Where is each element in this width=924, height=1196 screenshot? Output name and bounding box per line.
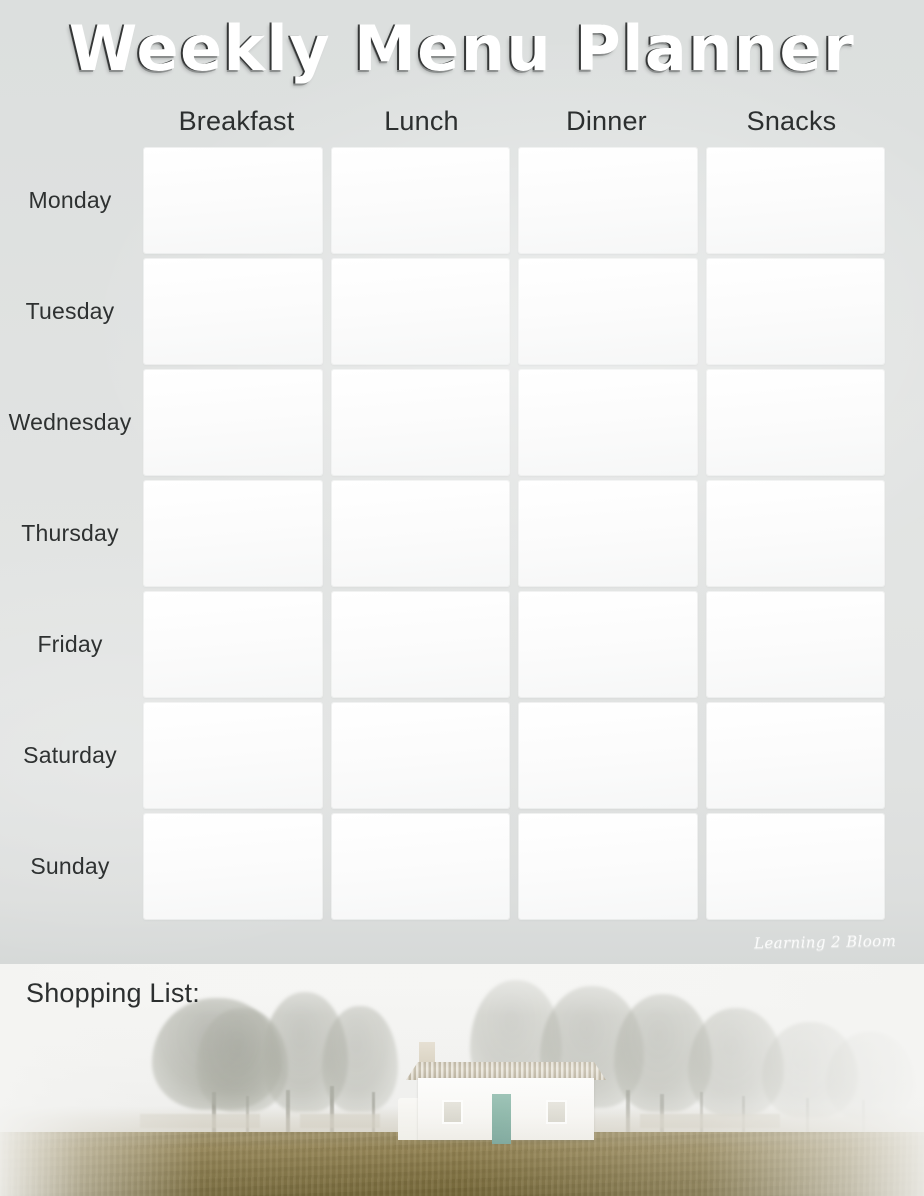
row-cells bbox=[144, 148, 924, 253]
cell-wednesday-lunch[interactable] bbox=[331, 370, 509, 475]
brand-watermark: Learning 2 Bloom bbox=[753, 931, 897, 953]
cell-friday-lunch[interactable] bbox=[331, 592, 509, 697]
planner-row-sunday: Sunday bbox=[0, 814, 924, 919]
planner-row-wednesday: Wednesday bbox=[0, 370, 924, 475]
cell-saturday-breakfast[interactable] bbox=[144, 703, 322, 808]
cell-monday-lunch[interactable] bbox=[331, 148, 509, 253]
house-window-right bbox=[548, 1102, 565, 1122]
cell-friday-dinner[interactable] bbox=[519, 592, 697, 697]
cell-thursday-lunch[interactable] bbox=[331, 481, 509, 586]
cell-tuesday-lunch[interactable] bbox=[331, 259, 509, 364]
row-cells bbox=[144, 703, 924, 808]
cell-wednesday-dinner[interactable] bbox=[519, 370, 697, 475]
cell-sunday-lunch[interactable] bbox=[331, 814, 509, 919]
cell-sunday-breakfast[interactable] bbox=[144, 814, 322, 919]
column-header-breakfast: Breakfast bbox=[178, 106, 295, 136]
field-grass-texture bbox=[0, 1132, 924, 1196]
house-door bbox=[492, 1094, 511, 1144]
shopping-list-heading: Shopping List: bbox=[26, 978, 200, 1008]
meal-column-headers: Breakfast Lunch Dinner Snacks bbox=[144, 106, 884, 137]
column-header-snacks: Snacks bbox=[746, 106, 837, 136]
cell-friday-breakfast[interactable] bbox=[144, 592, 322, 697]
house-window-left bbox=[444, 1102, 461, 1122]
day-label-sunday: Sunday bbox=[30, 853, 110, 879]
cell-monday-dinner[interactable] bbox=[519, 148, 697, 253]
row-cells bbox=[144, 481, 924, 586]
cell-monday-breakfast[interactable] bbox=[144, 148, 322, 253]
cell-tuesday-breakfast[interactable] bbox=[144, 259, 322, 364]
cell-thursday-snacks[interactable] bbox=[706, 481, 884, 586]
planner-row-thursday: Thursday bbox=[0, 481, 924, 586]
row-cells bbox=[144, 814, 924, 919]
weekly-menu-planner-page: Weekly Menu Planner Breakfast Lunch Dinn… bbox=[0, 0, 924, 1196]
day-label-saturday: Saturday bbox=[23, 742, 117, 768]
planner-row-friday: Friday bbox=[0, 592, 924, 697]
cell-friday-snacks[interactable] bbox=[706, 592, 884, 697]
cell-saturday-dinner[interactable] bbox=[519, 703, 697, 808]
column-header-lunch: Lunch bbox=[384, 106, 459, 136]
cell-sunday-snacks[interactable] bbox=[706, 814, 884, 919]
planner-row-tuesday: Tuesday bbox=[0, 259, 924, 364]
cell-tuesday-dinner[interactable] bbox=[519, 259, 697, 364]
cell-wednesday-snacks[interactable] bbox=[706, 370, 884, 475]
row-cells bbox=[144, 259, 924, 364]
planner-grid: Monday Tuesday Wednesday Thursday Friday… bbox=[0, 148, 924, 919]
cell-sunday-dinner[interactable] bbox=[519, 814, 697, 919]
cell-saturday-lunch[interactable] bbox=[331, 703, 509, 808]
cell-thursday-dinner[interactable] bbox=[519, 481, 697, 586]
cell-wednesday-breakfast[interactable] bbox=[144, 370, 322, 475]
day-label-tuesday: Tuesday bbox=[25, 298, 115, 324]
cell-tuesday-snacks[interactable] bbox=[706, 259, 884, 364]
planner-row-saturday: Saturday bbox=[0, 703, 924, 808]
cell-saturday-snacks[interactable] bbox=[706, 703, 884, 808]
row-cells bbox=[144, 592, 924, 697]
tree-canopy bbox=[322, 1006, 398, 1112]
day-label-thursday: Thursday bbox=[21, 520, 119, 546]
shopping-list-section: Shopping List: bbox=[0, 964, 924, 1196]
planner-row-monday: Monday bbox=[0, 148, 924, 253]
day-label-wednesday: Wednesday bbox=[8, 409, 132, 435]
cell-thursday-breakfast[interactable] bbox=[144, 481, 322, 586]
page-title: Weekly Menu Planner bbox=[68, 12, 856, 85]
day-label-monday: Monday bbox=[28, 187, 112, 213]
row-cells bbox=[144, 370, 924, 475]
column-header-dinner: Dinner bbox=[566, 106, 647, 136]
day-label-friday: Friday bbox=[37, 631, 103, 657]
cell-monday-snacks[interactable] bbox=[706, 148, 884, 253]
